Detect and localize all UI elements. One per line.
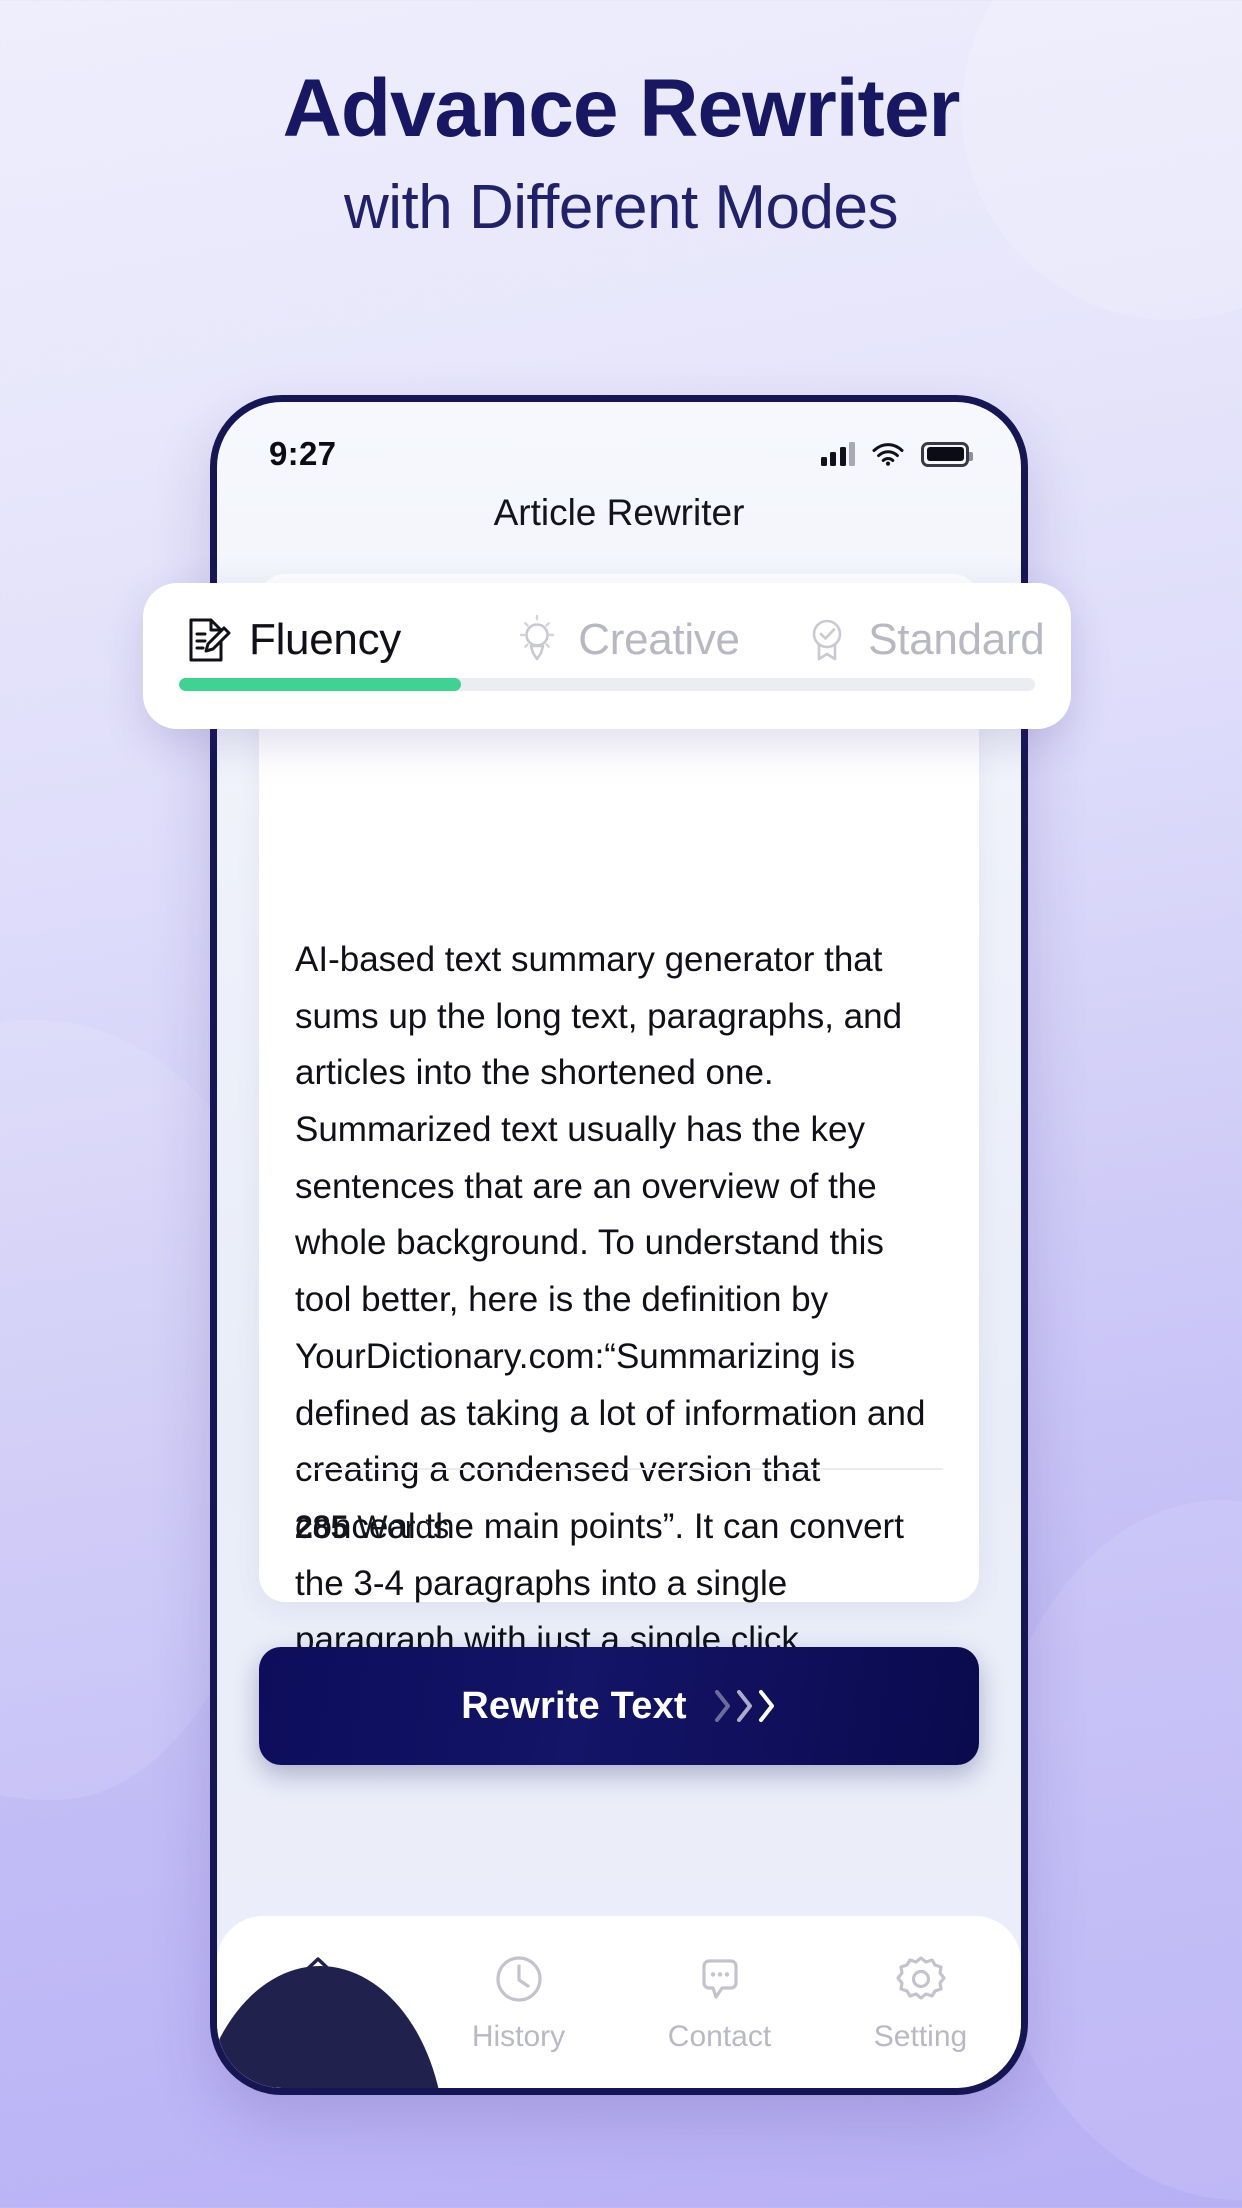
nav-item-setting-label: Setting [873, 2020, 968, 2053]
nav-item-contact[interactable]: Contact [619, 1950, 820, 2054]
status-bar-time: 9:27 [269, 435, 337, 472]
badge-check-icon [812, 619, 842, 661]
nav-item-home[interactable] [217, 1950, 418, 2012]
wifi-icon [872, 443, 904, 466]
signal-bars-icon [820, 442, 855, 466]
app-header: Article Rewriter [217, 492, 1021, 534]
rewrite-text-button[interactable]: Rewrite Text [259, 1647, 979, 1765]
mode-tab-standard-label: Standard [868, 615, 1045, 664]
mode-tab-creative[interactable]: Creative [476, 613, 773, 667]
clock-icon [495, 1956, 542, 2002]
chat-dots-icon [701, 1959, 738, 1999]
word-count: 285 Words [295, 1509, 449, 1546]
status-bar: 9:27 [217, 428, 1021, 480]
nav-item-history[interactable]: History [418, 1950, 619, 2054]
home-icon [298, 1957, 337, 2003]
mode-tab-creative-label: Creative [578, 615, 740, 664]
mode-selector-card: Fluency Creative Standard [143, 583, 1071, 729]
document-pen-icon [189, 618, 231, 662]
battery-icon [921, 441, 973, 467]
status-bar-icons [820, 441, 973, 467]
app-header-title: Article Rewriter [493, 492, 745, 533]
bottom-navigation-bar: History Contact Setting [217, 1916, 1021, 2088]
nav-item-history-label: History [471, 2020, 566, 2053]
nav-item-setting[interactable]: Setting [820, 1950, 1021, 2054]
article-text[interactable]: AI-based text summary generator that sum… [295, 932, 943, 1669]
card-divider [295, 1468, 943, 1470]
page-subtitle: with Different Modes [344, 173, 899, 243]
mode-tab-fluency-label: Fluency [249, 615, 401, 664]
page-title: Advance Rewriter [282, 63, 961, 154]
mode-progress-fill [179, 678, 462, 691]
mode-progress-track[interactable] [179, 678, 1035, 691]
mode-tabs: Fluency Creative Standard [143, 583, 1071, 683]
word-count-label: Words [357, 1509, 450, 1545]
mode-tab-fluency[interactable]: Fluency [143, 612, 476, 668]
word-count-number: 285 [295, 1509, 349, 1545]
rewrite-button-label: Rewrite Text [461, 1684, 687, 1727]
lightbulb-icon [520, 614, 555, 661]
nav-item-contact-label: Contact [667, 2020, 772, 2053]
hero-heading-block: Advance Rewriter with Different Modes [0, 63, 1242, 243]
gear-icon [895, 1956, 946, 2000]
content-card: AI-based text summary generator that sum… [259, 602, 979, 1659]
triple-chevron-right-icon [713, 1688, 777, 1724]
mode-tab-standard[interactable]: Standard [774, 613, 1071, 667]
